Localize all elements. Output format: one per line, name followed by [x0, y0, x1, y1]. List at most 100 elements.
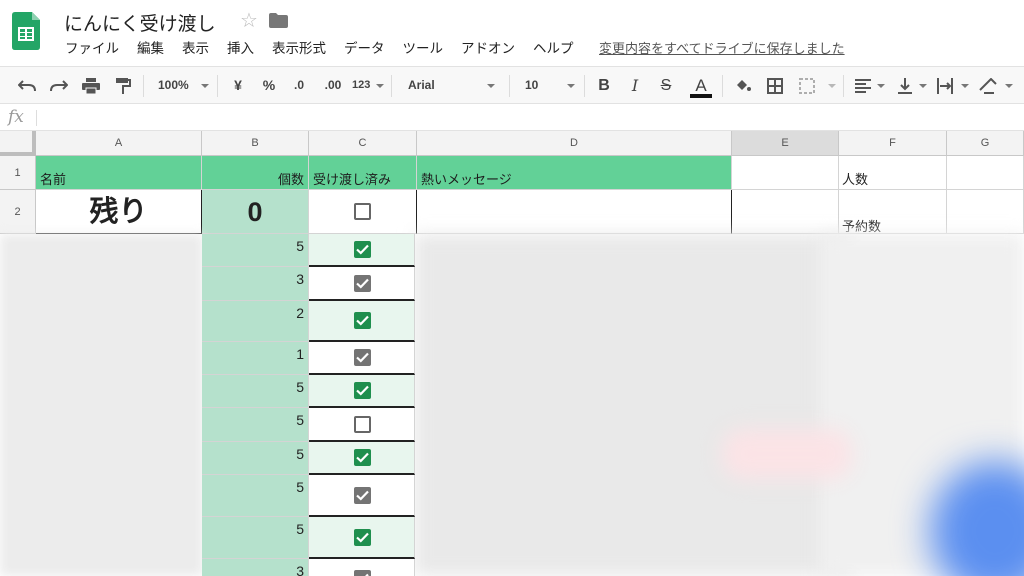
cell-count[interactable]: 3 — [202, 559, 309, 576]
italic-button[interactable]: I — [626, 67, 644, 104]
star-icon[interactable]: ☆ — [240, 8, 258, 33]
cell-header-name[interactable]: 名前 — [36, 156, 202, 190]
checkbox-checked[interactable] — [354, 570, 371, 576]
cell-handed-over[interactable] — [309, 375, 415, 408]
decrease-decimal-button[interactable]: .0 — [288, 67, 310, 104]
cell-handed-over[interactable] — [309, 442, 415, 475]
cell-handed-over[interactable] — [309, 267, 415, 301]
column-header-f[interactable]: F — [839, 131, 947, 156]
cell-count[interactable]: 5 — [202, 442, 309, 475]
cell-e2[interactable] — [732, 190, 839, 234]
checkbox-checked[interactable] — [354, 449, 371, 466]
checkbox-checked[interactable] — [354, 382, 371, 399]
column-header-g[interactable]: G — [947, 131, 1024, 156]
cell-count[interactable]: 1 — [202, 342, 309, 375]
checkbox-checked[interactable] — [354, 241, 371, 258]
undo-icon[interactable] — [14, 67, 40, 104]
menu-tools[interactable]: ツール — [394, 40, 453, 60]
cell-header-message[interactable]: 熱いメッセージ — [417, 156, 732, 190]
document-title[interactable]: にんにく受け渡し — [64, 9, 216, 36]
cell-header-handed-over[interactable]: 受け渡し済み — [309, 156, 417, 190]
strikethrough-button[interactable]: S — [657, 67, 675, 104]
font-caret-icon — [487, 84, 495, 88]
vertical-align-icon[interactable] — [895, 67, 915, 104]
toolbar-divider — [391, 75, 392, 97]
more-formats-select[interactable]: 123 — [352, 67, 376, 104]
menu-addons[interactable]: アドオン — [452, 40, 524, 60]
font-select[interactable]: Arial — [408, 67, 468, 104]
menu-view[interactable]: 表示 — [173, 40, 218, 60]
bold-button[interactable]: B — [595, 67, 613, 104]
cell-g2[interactable] — [947, 190, 1024, 234]
cell-handed-over[interactable] — [309, 301, 415, 342]
text-wrapping-icon[interactable] — [935, 67, 955, 104]
formula-bar: fx — [0, 104, 1024, 131]
cell-count[interactable]: 5 — [202, 517, 309, 559]
column-header-c[interactable]: C — [309, 131, 417, 156]
merge-cells-icon[interactable] — [796, 67, 818, 104]
checkbox-unchecked[interactable] — [354, 203, 371, 220]
column-header-d[interactable]: D — [417, 131, 732, 156]
cell-count[interactable]: 2 — [202, 301, 309, 342]
sheets-logo-icon[interactable] — [12, 12, 40, 50]
cell-count[interactable]: 5 — [202, 375, 309, 408]
zoom-caret-icon — [201, 84, 209, 88]
column-header-e[interactable]: E — [732, 131, 839, 156]
cell-g1[interactable] — [947, 156, 1024, 190]
checkbox-checked[interactable] — [354, 349, 371, 366]
cell-count[interactable]: 5 — [202, 408, 309, 442]
cell-count[interactable]: 5 — [202, 475, 309, 517]
zoom-select[interactable]: 100% — [158, 67, 198, 104]
checkbox-checked[interactable] — [354, 529, 371, 546]
cell-handed-over[interactable] — [309, 475, 415, 517]
row-header-1[interactable]: 1 — [0, 156, 36, 190]
cell-handed-over[interactable] — [309, 234, 415, 267]
text-color-button[interactable]: A — [688, 67, 714, 104]
borders-icon[interactable] — [764, 67, 786, 104]
row-header-2[interactable]: 2 — [0, 190, 36, 234]
formula-divider — [36, 110, 37, 126]
save-status-link[interactable]: 変更内容をすべてドライブに保存しました — [599, 38, 845, 57]
column-header-a[interactable]: A — [36, 131, 202, 156]
cell-remaining-label[interactable]: 残り — [36, 190, 202, 234]
cell-handed-over[interactable] — [309, 559, 415, 576]
cell-d2[interactable] — [417, 190, 732, 234]
font-size-select[interactable]: 10 — [525, 67, 555, 104]
percent-button[interactable]: % — [259, 67, 279, 104]
menu-help[interactable]: ヘルプ — [524, 40, 583, 60]
menu-file[interactable]: ファイル — [56, 40, 128, 60]
fill-color-icon[interactable] — [732, 67, 754, 104]
cell-remaining-value[interactable]: 0 — [202, 190, 309, 234]
cell-header-people[interactable]: 人数 — [839, 156, 947, 190]
menu-format[interactable]: 表示形式 — [263, 40, 335, 60]
cell-handed-over[interactable] — [309, 517, 415, 559]
select-all-corner[interactable] — [0, 131, 36, 156]
cell-reservations-label[interactable]: 予約数 — [839, 190, 947, 234]
checkbox-unchecked[interactable] — [354, 416, 371, 433]
menu-edit[interactable]: 編集 — [128, 40, 173, 60]
cell-handed-over[interactable] — [309, 408, 415, 442]
blurred-names-region — [0, 234, 203, 576]
blurred-highlight — [722, 429, 852, 479]
redo-icon[interactable] — [46, 67, 72, 104]
menu-insert[interactable]: 挿入 — [218, 40, 263, 60]
cell-header-count[interactable]: 個数 — [202, 156, 309, 190]
print-icon[interactable] — [78, 67, 104, 104]
column-header-b[interactable]: B — [202, 131, 309, 156]
increase-decimal-button[interactable]: .00 — [320, 67, 346, 104]
cell-count[interactable]: 3 — [202, 267, 309, 301]
text-color-swatch — [690, 94, 712, 98]
horizontal-align-icon[interactable] — [853, 67, 873, 104]
cell-count[interactable]: 5 — [202, 234, 309, 267]
currency-button[interactable]: ¥ — [229, 67, 247, 104]
text-rotation-icon[interactable] — [977, 67, 999, 104]
checkbox-checked[interactable] — [354, 275, 371, 292]
paint-format-icon[interactable] — [110, 67, 136, 104]
cell-handed-over[interactable] — [309, 342, 415, 375]
checkbox-checked[interactable] — [354, 312, 371, 329]
checkbox-checked[interactable] — [354, 487, 371, 504]
folder-icon[interactable] — [269, 13, 288, 28]
menu-data[interactable]: データ — [335, 40, 394, 60]
cell-e1[interactable] — [732, 156, 839, 190]
cell-c2[interactable] — [309, 190, 417, 234]
